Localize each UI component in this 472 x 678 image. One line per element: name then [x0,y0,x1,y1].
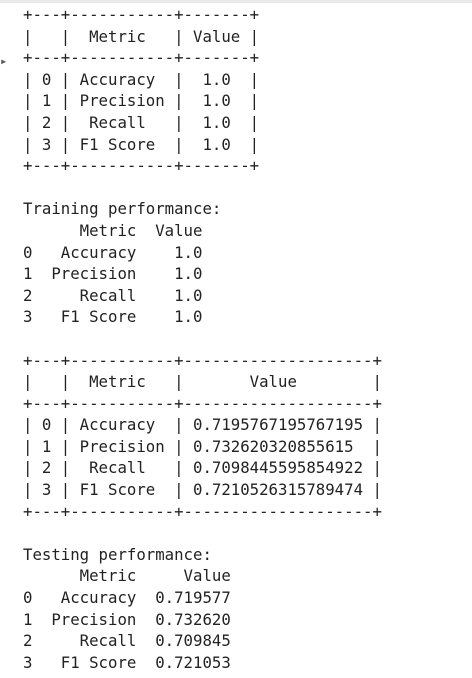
output-prompt-icon: ▸ [0,54,6,68]
output-line: 2 Recall 1.0 [23,285,203,305]
cell-output: +---+-----------+-------+ | | Metric | Va… [23,4,382,673]
output-line: +---+-----------+--------------------+ [23,350,382,370]
output-line: 0 Accuracy 0.719577 [23,588,231,608]
output-line: 1 Precision 0.732620 [23,609,231,629]
output-line: 0 Accuracy 1.0 [23,242,203,262]
output-line: | 3 | F1 Score | 1.0 | [23,134,260,154]
output-line: +---+-----------+--------------------+ [23,393,382,413]
output-line: +---+-----------+--------------------+ [23,501,382,521]
output-line: 2 Recall 0.709845 [23,631,231,651]
output-line: Metric Value [23,220,203,240]
scroll-top-edge [0,0,472,3]
output-line: | 1 | Precision | 0.732620320855615 | [23,436,382,456]
output-line: Training performance: [23,199,222,219]
output-line: 3 F1 Score 1.0 [23,307,203,327]
output-line: | 2 | Recall | 0.7098445595854922 | [23,458,382,478]
output-line: | | Metric | Value | [23,372,382,392]
output-line: | 1 | Precision | 1.0 | [23,91,260,111]
output-line: +---+-----------+-------+ [23,156,260,176]
output-line: 1 Precision 1.0 [23,264,203,284]
output-line: Metric Value [23,566,231,586]
output-line: +---+-----------+-------+ [23,5,260,24]
output-line: | 2 | Recall | 1.0 | [23,112,260,132]
output-line: | 0 | Accuracy | 0.7195767195767195 | [23,415,382,435]
output-line: +---+-----------+-------+ [23,48,260,68]
output-line: | 3 | F1 Score | 0.7210526315789474 | [23,480,382,500]
output-line: | 0 | Accuracy | 1.0 | [23,69,260,89]
output-line: 3 F1 Score 0.721053 [23,652,231,672]
output-line: Testing performance: [23,544,212,564]
output-line: | | Metric | Value | [23,26,260,46]
